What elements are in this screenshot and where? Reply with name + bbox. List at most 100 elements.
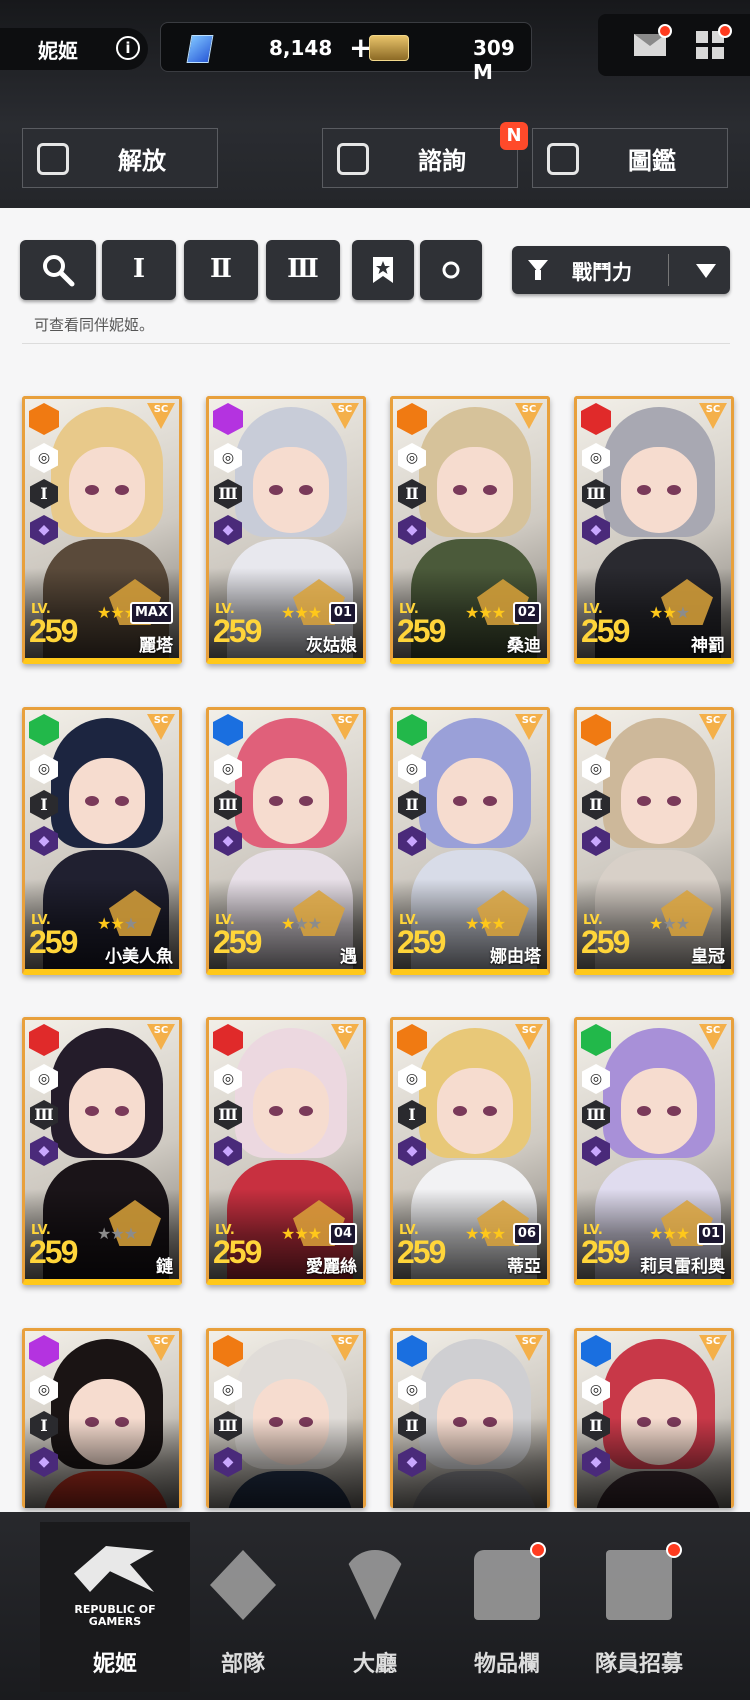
- nikke-card[interactable]: ◎ Ⅲ ◆ SC LV. 259 ★★★ 遇: [206, 707, 366, 975]
- mail-notification-dot: [658, 24, 672, 38]
- favorite-filter[interactable]: [352, 240, 414, 300]
- counsel-label: 諮詢: [418, 146, 466, 175]
- sort-divider: [668, 254, 669, 286]
- core-level-badge: MAX: [129, 602, 173, 624]
- star-rating: ★★★: [649, 603, 690, 622]
- level-value: 259: [397, 924, 446, 960]
- nikke-card[interactable]: ◎ Ⅱ ◆ SC LV. 259 ★★★ 娜由塔: [390, 707, 550, 975]
- codex-button[interactable]: 圖鑑: [532, 128, 728, 188]
- star-rating: ★★★: [281, 914, 322, 933]
- level-value: 259: [29, 613, 78, 649]
- nav-recruit[interactable]: 隊員招募: [564, 1522, 714, 1692]
- codex-label: 圖鑑: [628, 146, 676, 175]
- nikke-card[interactable]: ◎ Ⅱ ◆ SC LV. 259 ★★★ 02 桑迪: [390, 396, 550, 664]
- nikke-name: 蒂亞: [507, 1257, 541, 1277]
- star-rating: ★★★: [465, 1224, 506, 1243]
- nav-inventory-label: 物品欄: [473, 1652, 540, 1677]
- nikke-card[interactable]: ◎ Ⅲ ◆ SC LV. 259 ★★★ 01 灰姑娘: [206, 396, 366, 664]
- chevron-down-icon[interactable]: [696, 264, 716, 278]
- burst-2-filter[interactable]: Ⅱ: [184, 240, 258, 300]
- nikke-card[interactable]: ◎ Ⅰ ◆ SC LV. 259 ★★★ MAX 麗塔: [22, 396, 182, 664]
- nikke-card[interactable]: ◎ Ⅲ ◆ SC LV. 259 ★★★ 神罰: [574, 396, 734, 664]
- hint-text: 可查看同伴妮姬。: [34, 316, 155, 334]
- circle-icon: [442, 261, 460, 279]
- level-value: 259: [397, 1234, 446, 1270]
- level-value: 259: [213, 613, 262, 649]
- level-value: 259: [213, 1234, 262, 1270]
- squad-icon: [210, 1550, 276, 1620]
- star-rating: ★★★: [649, 1224, 690, 1243]
- level-value: 259: [581, 613, 630, 649]
- nav-squad-label: 部隊: [220, 1652, 265, 1677]
- star-rating: ★★★: [281, 1224, 322, 1243]
- currency-bar: 8,148 + 309 M: [160, 22, 532, 84]
- level-value: 259: [581, 1234, 630, 1270]
- nikke-name: 桑迪: [507, 636, 541, 656]
- core-level-badge: 01: [696, 1223, 725, 1245]
- nikke-name: 莉貝雷利奧: [640, 1257, 725, 1277]
- nikke-name: 小美人魚: [105, 947, 173, 967]
- search-button[interactable]: [20, 240, 96, 300]
- inventory-icon: [474, 1550, 540, 1620]
- bottom-nav: REPUBLIC OF GAMERS 妮姬 部隊 大廳 物品欄 隊員招募: [0, 1512, 750, 1700]
- filter-funnel-icon: [528, 260, 548, 280]
- nikke-card[interactable]: ◎ Ⅰ ◆ SC: [22, 1328, 182, 1508]
- divider: [22, 343, 730, 344]
- inventory-notification-dot: [530, 1542, 546, 1558]
- lobby-icon: [342, 1550, 408, 1620]
- bookmark-star-icon: [373, 257, 393, 283]
- nikke-card[interactable]: ◎ Ⅱ ◆ SC: [390, 1328, 550, 1508]
- burst-3-filter[interactable]: Ⅲ: [266, 240, 340, 300]
- star-rating: ★★★: [97, 1224, 138, 1243]
- nav-squad[interactable]: 部隊: [168, 1522, 318, 1692]
- search-icon: [43, 255, 75, 287]
- new-badge: N: [500, 122, 528, 150]
- nav-recruit-label: 隊員招募: [594, 1652, 683, 1677]
- burst-1-filter[interactable]: Ⅰ: [102, 240, 176, 300]
- menu-notification-dot: [718, 24, 732, 38]
- nikke-card[interactable]: ◎ Ⅱ ◆ SC: [574, 1328, 734, 1508]
- level-value: 259: [213, 924, 262, 960]
- core-level-badge: 02: [512, 602, 541, 624]
- core-level-badge: 01: [328, 602, 357, 624]
- star-rating: ★★★: [97, 914, 138, 933]
- nav-lobby-label: 大廳: [352, 1652, 397, 1677]
- info-icon[interactable]: i: [116, 36, 140, 60]
- nikke-card[interactable]: ◎ Ⅱ ◆ SC LV. 259 ★★★ 皇冠: [574, 707, 734, 975]
- gem-icon: [186, 35, 214, 63]
- level-value: 259: [29, 924, 78, 960]
- nikke-card[interactable]: ◎ Ⅲ ◆ SC LV. 259 ★★★ 鏈: [22, 1017, 182, 1285]
- nikke-card[interactable]: ◎ Ⅲ ◆ SC: [206, 1328, 366, 1508]
- level-value: 259: [29, 1234, 78, 1270]
- counsel-button[interactable]: 諮詢: [322, 128, 518, 188]
- top-right-menu: [598, 14, 750, 76]
- nikke-card[interactable]: ◎ Ⅰ ◆ SC LV. 259 ★★★ 小美人魚: [22, 707, 182, 975]
- rog-logo: REPUBLIC OF GAMERS: [60, 1526, 170, 1642]
- nikke-name: 神罰: [691, 636, 725, 656]
- star-rating: ★★★: [465, 603, 506, 622]
- star-rating: ★★★: [281, 603, 322, 622]
- nikke-card[interactable]: ◎ Ⅲ ◆ SC LV. 259 ★★★ 01 莉貝雷利奧: [574, 1017, 734, 1285]
- liberation-label: 解放: [118, 146, 166, 175]
- gem-count: 8,148: [269, 36, 333, 60]
- level-value: 259: [397, 613, 446, 649]
- nikke-name: 麗塔: [139, 636, 173, 656]
- nikke-name: 娜由塔: [490, 947, 541, 967]
- credit-count: 309 M: [473, 36, 515, 84]
- sort-dropdown[interactable]: 戰鬥力: [512, 246, 730, 294]
- liberation-button[interactable]: 解放: [22, 128, 218, 188]
- star-rating: ★★★: [465, 914, 506, 933]
- credit-icon: [369, 35, 409, 61]
- nikke-card[interactable]: ◎ Ⅲ ◆ SC LV. 259 ★★★ 04 愛麗絲: [206, 1017, 366, 1285]
- core-level-badge: 04: [328, 1223, 357, 1245]
- circle-filter[interactable]: [420, 240, 482, 300]
- top-header: 妮姬 i 8,148 + 309 M 解放 諮詢 N 圖鑑: [0, 0, 750, 208]
- nikke-name: 皇冠: [691, 947, 725, 967]
- nav-inventory[interactable]: 物品欄: [432, 1522, 582, 1692]
- nikke-card[interactable]: ◎ Ⅰ ◆ SC LV. 259 ★★★ 06 蒂亞: [390, 1017, 550, 1285]
- sort-label: 戰鬥力: [572, 260, 632, 284]
- nav-lobby[interactable]: 大廳: [300, 1522, 450, 1692]
- core-level-badge: 06: [512, 1223, 541, 1245]
- nikke-name: 愛麗絲: [306, 1257, 357, 1277]
- player-name: 妮姬: [38, 38, 78, 63]
